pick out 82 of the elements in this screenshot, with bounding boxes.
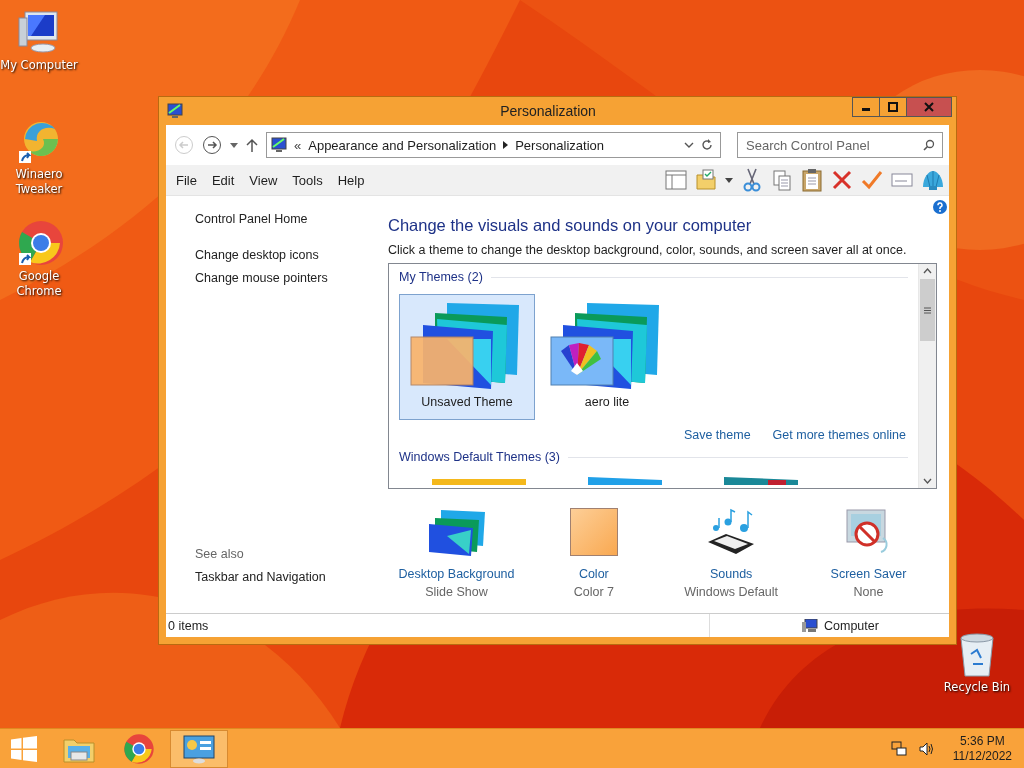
history-dropdown[interactable] [228,140,240,150]
copy-icon[interactable] [771,169,793,191]
minimize-button[interactable] [852,97,880,117]
scroll-up-icon[interactable] [923,268,932,274]
setting-link[interactable]: Sounds [709,567,753,581]
separator-arrow-icon [503,141,509,149]
menu-item[interactable]: Edit [211,172,235,188]
page-heading: Change the visuals and sounds on your computer [388,216,753,235]
network-icon[interactable] [890,740,907,757]
scrollbar[interactable] [918,264,936,488]
checkmark-icon[interactable] [861,169,883,191]
close-button[interactable] [906,97,952,117]
icon-label: My Computer [0,58,78,73]
close-icon [924,102,934,112]
menu-item[interactable]: File [176,172,197,188]
speaker-icon[interactable] [918,740,935,757]
theme-name: aero lite [584,395,630,409]
search-icon [923,139,935,151]
theme-name: Unsaved Theme [421,395,513,409]
theme-tile[interactable]: Unsaved Theme [399,294,535,420]
caret-icon[interactable] [725,177,733,183]
group-heading: Windows Default Themes (3) [399,450,560,464]
scissors-icon[interactable] [741,168,763,192]
setting-link[interactable]: Screen Saver [830,567,907,581]
search-field[interactable]: Search Control Panel [737,132,943,158]
setting-value: Slide Show [425,585,488,599]
setting-value: Windows Default [684,585,779,599]
delete-icon[interactable] [831,169,853,191]
up-button[interactable] [244,136,260,154]
see-also-label: See also [195,547,245,561]
scroll-thumb[interactable] [920,279,935,341]
breadcrumb[interactable]: Personalization [515,137,605,153]
setting-value: None [853,585,884,599]
overflow-chevron[interactable]: « [294,137,302,153]
color-swatch-icon[interactable] [569,507,618,557]
theme-link[interactable]: Get more themes online [772,428,906,442]
clipboard-icon[interactable] [801,168,823,192]
clock[interactable]: 5:36 PM 11/12/2022 [952,733,1012,764]
wallpaper-stack-icon[interactable] [426,507,487,557]
setting-link[interactable]: Color [578,567,609,581]
grip-icon [924,306,931,314]
sidebar-link[interactable]: Change mouse pointers [195,271,388,285]
setting-value: Color 7 [573,585,614,599]
icon-label: Winaero Tweaker [14,167,64,197]
shell-icon[interactable] [921,169,945,191]
windows-logo-icon [11,735,37,762]
page-description: Click a theme to change the desktop background, color, sounds, and screen saver all at once. [388,243,908,257]
help-icon[interactable] [933,200,947,214]
up-arrow-icon [246,138,258,152]
forward-button[interactable] [200,133,224,157]
layout-icon[interactable] [665,169,687,191]
scroll-down-icon[interactable] [923,478,932,484]
breadcrumb[interactable]: Appearance and Personalization [308,137,497,153]
sidebar-link[interactable]: Taskbar and Navigation [195,570,388,584]
maximize-icon [888,102,898,112]
menu-item[interactable]: Tools [292,172,323,188]
address-bar[interactable]: « Appearance and Personalization Personalization [266,132,721,158]
folder-check-icon[interactable] [695,169,717,191]
control-panel-icon [183,733,215,764]
sidebar-link[interactable]: Change desktop icons [195,248,388,262]
taskbar-app[interactable] [170,729,228,768]
status-text: 0 items [166,614,710,637]
monitor-icon [271,137,287,153]
status-location: Computer [824,618,879,633]
icon-label: Google Chrome [15,269,63,299]
icon-label: Recycle Bin [942,680,1012,695]
chevron-down-icon[interactable] [684,142,694,148]
setting-link[interactable]: Desktop Background [398,567,515,581]
chrome-icon [123,732,155,765]
monitor-icon [167,103,183,119]
window-title: Personalization [499,103,597,119]
maximize-button[interactable] [879,97,907,117]
theme-link[interactable]: Save theme [683,428,751,442]
group-heading: My Themes (2) [399,270,483,284]
refresh-icon[interactable] [701,139,713,151]
sidebar-link[interactable]: Control Panel Home [195,212,388,226]
caret-icon [230,142,238,148]
recycle-bin-icon[interactable] [957,632,997,678]
computer-icon [802,618,818,633]
theme-tile[interactable]: aero lite [539,294,675,420]
menu-item[interactable]: Help [337,172,365,188]
menu-item[interactable]: View [249,172,278,188]
